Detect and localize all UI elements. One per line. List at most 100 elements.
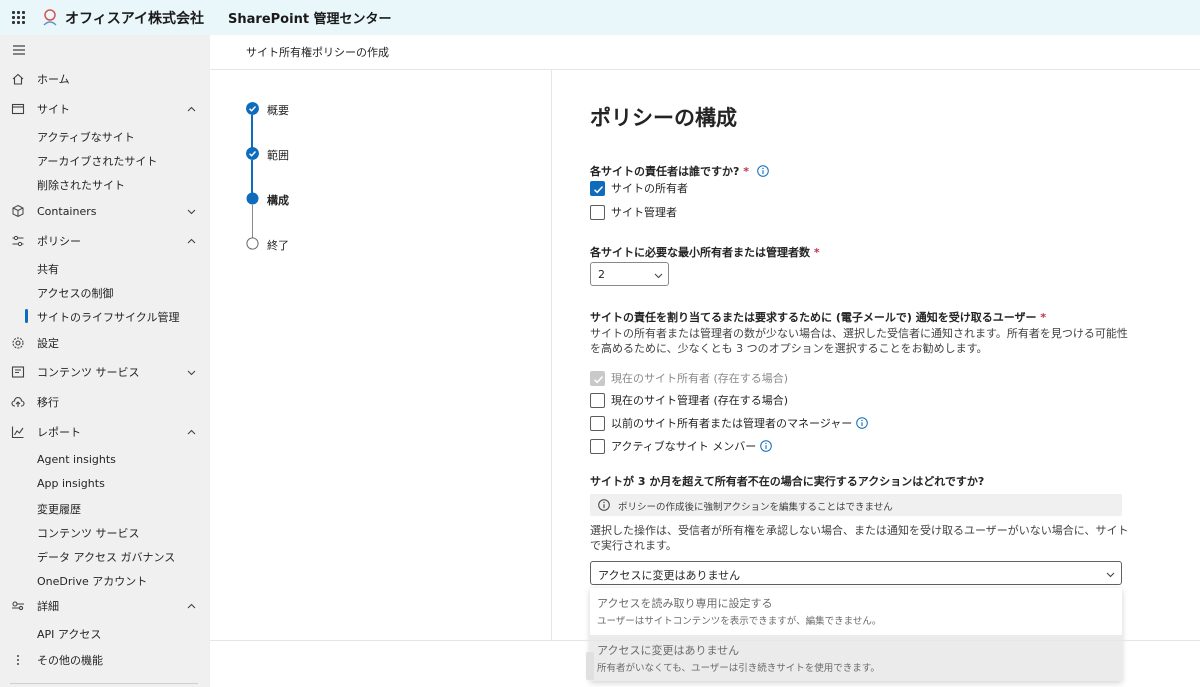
wizard-stepper: 概要 範囲 構成 終了 bbox=[210, 70, 552, 640]
chevron-up-icon[interactable] bbox=[186, 601, 197, 612]
home-icon bbox=[12, 73, 24, 85]
nav-policies-site-lifecycle[interactable]: サイトのライフサイクル管理 bbox=[0, 306, 210, 326]
option-title: アクセスに変更はありません bbox=[597, 644, 740, 657]
breadcrumb: サイト所有権ポリシーの作成 bbox=[246, 46, 389, 59]
nav-advanced-api-access[interactable]: API アクセス bbox=[0, 623, 210, 643]
hamburger-icon[interactable] bbox=[12, 43, 26, 57]
nav-reports-change-history[interactable]: 変更履歴 bbox=[0, 498, 210, 518]
nav-more-features[interactable]: その他の機能 bbox=[0, 648, 210, 672]
action-dropdown-listbox: アクセスを読み取り専用に設定する ユーザーはサイトコンテンツを表示できますが、編… bbox=[590, 588, 1122, 681]
q4-label: サイトが 3 か月を超えて所有者不在の場合に実行するアクションはどれですか? bbox=[590, 475, 985, 488]
nav-sub-label: サイトのライフサイクル管理 bbox=[37, 311, 180, 324]
dropdown-value: アクセスに変更はありません bbox=[598, 569, 741, 582]
check-circle-icon bbox=[246, 147, 259, 160]
step-connector bbox=[251, 115, 253, 149]
nav-sub-label: 変更履歴 bbox=[37, 503, 81, 516]
chevron-up-icon[interactable] bbox=[186, 104, 197, 115]
more-vertical-icon bbox=[17, 655, 19, 665]
nav-sites-deleted[interactable]: 削除されたサイト bbox=[0, 174, 210, 194]
q2-label: 各サイトに必要な最小所有者または管理者数 * bbox=[590, 244, 820, 260]
nav-sub-label: App insights bbox=[37, 477, 105, 490]
nav-policies-label: ポリシー bbox=[37, 235, 81, 248]
chevron-up-icon[interactable] bbox=[186, 236, 197, 247]
nav-sub-label: アクセスの制御 bbox=[37, 287, 114, 300]
q2-label-text: 各サイトに必要な最小所有者または管理者数 bbox=[590, 246, 810, 259]
nav-migration[interactable]: 移行 bbox=[0, 390, 210, 414]
nav-policies-access-control[interactable]: アクセスの制御 bbox=[0, 282, 210, 302]
nav-reports-agent-insights[interactable]: Agent insights bbox=[0, 450, 210, 470]
nav-sub-label: 削除されたサイト bbox=[37, 179, 125, 192]
nav-migration-label: 移行 bbox=[37, 396, 59, 409]
policy-sliders-icon bbox=[12, 235, 24, 247]
nav-sub-label: Agent insights bbox=[37, 453, 116, 466]
checkbox-icon[interactable] bbox=[590, 438, 605, 454]
checkbox-label: サイトの所有者 bbox=[611, 182, 688, 195]
nav-containers[interactable]: Containers bbox=[0, 199, 210, 223]
nav-sub-label: アクティブなサイト bbox=[37, 131, 135, 144]
app-launcher-icon[interactable] bbox=[0, 0, 36, 35]
info-message-bar: ポリシーの作成後に強制アクションを編集することはできません bbox=[590, 494, 1122, 516]
step-connector bbox=[251, 160, 253, 194]
nav-reports-content-services[interactable]: コンテンツ サービス bbox=[0, 522, 210, 542]
nav-settings[interactable]: 設定 bbox=[0, 331, 210, 355]
nav-reports-onedrive-accounts[interactable]: OneDrive アカウント bbox=[0, 570, 210, 590]
checkbox-previous-managers[interactable]: 以前のサイト所有者または管理者のマネージャー bbox=[590, 415, 869, 431]
checkbox-site-owner[interactable]: サイトの所有者 bbox=[590, 180, 688, 196]
org-logo-icon bbox=[43, 8, 57, 25]
info-icon[interactable] bbox=[757, 165, 769, 177]
checkbox-icon[interactable] bbox=[590, 392, 605, 408]
q3-label: サイトの責任を割り当てるまたは要求するために (電子メールで) 通知を受け取るユ… bbox=[590, 309, 1046, 325]
nav-reports-data-access-governance[interactable]: データ アクセス ガバナンス bbox=[0, 546, 210, 566]
info-icon[interactable] bbox=[856, 417, 869, 429]
option-no-change[interactable]: アクセスに変更はありません 所有者がいなくても、ユーザーは引き続きサイトを使用で… bbox=[590, 635, 1122, 681]
nav-sites-active[interactable]: アクティブなサイト bbox=[0, 126, 210, 146]
chart-line-icon bbox=[11, 426, 24, 439]
checkbox-site-admin[interactable]: サイト管理者 bbox=[590, 204, 677, 220]
nav-sub-label: API アクセス bbox=[37, 628, 102, 641]
current-step-dot-icon bbox=[246, 192, 259, 205]
app-title[interactable]: SharePoint 管理センター bbox=[228, 8, 392, 27]
chevron-down-icon[interactable] bbox=[186, 367, 197, 378]
nav-policies[interactable]: ポリシー bbox=[0, 229, 210, 253]
org-name[interactable]: オフィスアイ株式会社 bbox=[65, 8, 204, 28]
select-value: 2 bbox=[598, 268, 605, 281]
checkbox-icon[interactable] bbox=[590, 415, 605, 431]
nav-sub-label: 共有 bbox=[37, 263, 59, 276]
option-description: ユーザーはサイトコンテンツを表示できますが、編集できません。 bbox=[597, 616, 882, 627]
nav-reports[interactable]: レポート bbox=[0, 420, 210, 444]
checkbox-current-admins[interactable]: 現在のサイト管理者 (存在する場合) bbox=[590, 392, 788, 408]
nav-reports-app-insights[interactable]: App insights bbox=[0, 474, 210, 494]
q3-description: サイトの所有者または管理者の数が少ない場合は、選択した受信者に通知されます。所有… bbox=[590, 327, 1128, 355]
footer-button[interactable] bbox=[586, 652, 594, 680]
nav-sites[interactable]: サイト bbox=[0, 97, 210, 121]
chevron-down-icon[interactable] bbox=[186, 206, 197, 217]
checkbox-label: サイト管理者 bbox=[611, 206, 677, 219]
nav-divider bbox=[10, 683, 198, 684]
nav-home[interactable]: ホーム bbox=[0, 67, 210, 91]
nav-content-services[interactable]: コンテンツ サービス bbox=[0, 360, 210, 384]
checkbox-checked-icon[interactable] bbox=[590, 180, 605, 196]
cloud-upload-icon bbox=[11, 396, 25, 407]
nav-sub-label: コンテンツ サービス bbox=[37, 527, 140, 540]
nav-settings-label: 設定 bbox=[37, 337, 59, 350]
nav-sub-label: アーカイブされたサイト bbox=[37, 155, 158, 168]
content-services-icon bbox=[11, 366, 25, 378]
main-content: ポリシーの構成 各サイトの責任者は誰ですか? * サイトの所有者 サイト管理者 … bbox=[553, 70, 1200, 687]
nav-advanced[interactable]: 詳細 bbox=[0, 594, 210, 618]
checkbox-label: 現在のサイト管理者 (存在する場合) bbox=[611, 394, 789, 407]
min-owners-select[interactable]: 2 bbox=[590, 262, 669, 286]
checkbox-icon[interactable] bbox=[590, 204, 605, 220]
checkbox-active-members[interactable]: アクティブなサイト メンバー bbox=[590, 438, 773, 454]
chevron-down-icon bbox=[654, 273, 663, 279]
option-read-only[interactable]: アクセスを読み取り専用に設定する ユーザーはサイトコンテンツを表示できますが、編… bbox=[590, 588, 1122, 634]
q3-label-text: サイトの責任を割り当てるまたは要求するために (電子メールで) 通知を受け取るユ… bbox=[590, 311, 1037, 324]
chevron-up-icon[interactable] bbox=[186, 427, 197, 438]
info-icon[interactable] bbox=[760, 440, 773, 452]
nav-sites-archived[interactable]: アーカイブされたサイト bbox=[0, 150, 210, 170]
action-dropdown[interactable]: アクセスに変更はありません bbox=[590, 561, 1122, 585]
q1-label-text: 各サイトの責任者は誰ですか? bbox=[590, 165, 740, 178]
nav-advanced-label: 詳細 bbox=[37, 600, 59, 613]
left-navigation: ホーム サイト アクティブなサイト アーカイブされたサイト 削除されたサイト C… bbox=[0, 35, 210, 687]
nav-policies-sharing[interactable]: 共有 bbox=[0, 258, 210, 278]
option-title: アクセスを読み取り専用に設定する bbox=[597, 597, 773, 610]
